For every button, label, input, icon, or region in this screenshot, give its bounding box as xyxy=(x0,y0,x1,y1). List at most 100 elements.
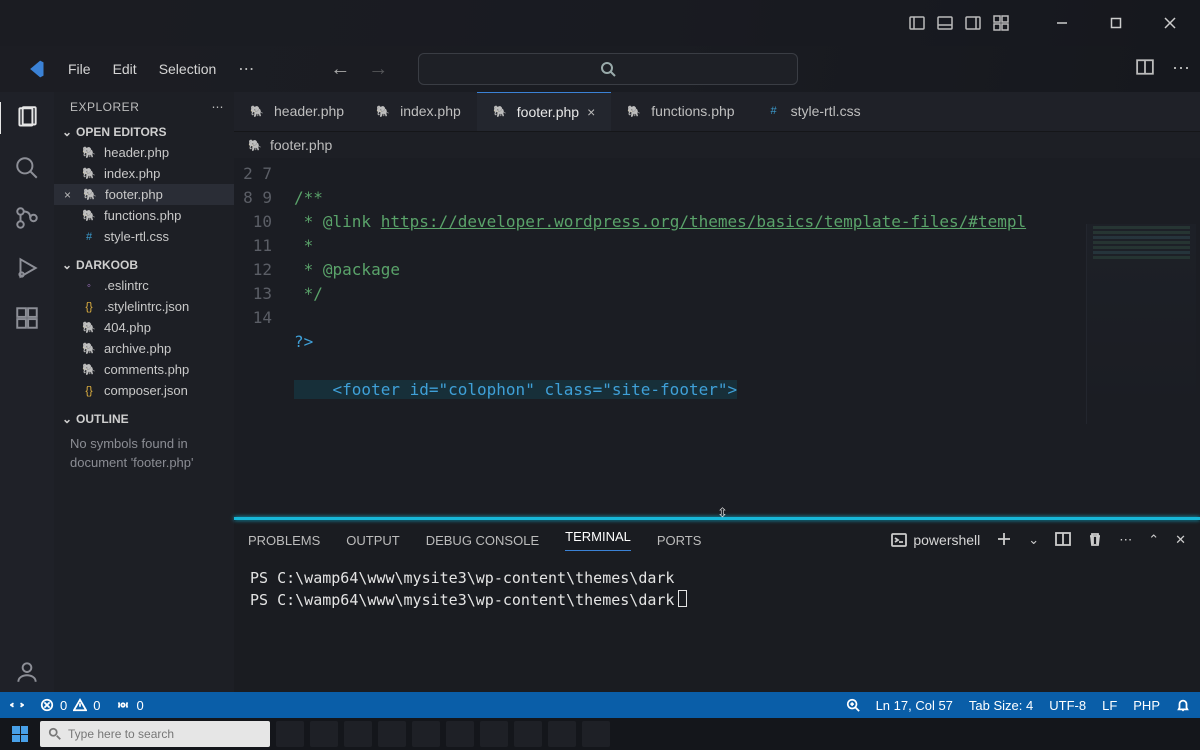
breadcrumb-label: footer.php xyxy=(270,137,332,153)
taskbar-app[interactable] xyxy=(446,721,474,747)
editor-tab[interactable]: 🐘index.php xyxy=(360,92,477,131)
php-file-icon: 🐘 xyxy=(493,105,507,119)
status-notifications-icon[interactable] xyxy=(1176,698,1190,712)
php-file-icon: 🐘 xyxy=(83,188,97,202)
status-indentation[interactable]: Tab Size: 4 xyxy=(969,698,1033,713)
editor-tab[interactable]: 🐘header.php xyxy=(234,92,360,131)
taskbar-app[interactable] xyxy=(310,721,338,747)
window-minimize-button[interactable] xyxy=(1040,7,1084,39)
taskbar-app[interactable] xyxy=(480,721,508,747)
toggle-panel-icon[interactable] xyxy=(936,14,954,32)
status-remote-icon[interactable] xyxy=(10,698,24,712)
window-maximize-button[interactable] xyxy=(1094,7,1138,39)
code-editor[interactable]: 2 7 8 9 10 11 12 13 14 /** * @link https… xyxy=(234,158,1200,517)
editor-gutter: 2 7 8 9 10 11 12 13 14 xyxy=(234,158,286,517)
editor-tab[interactable]: #style-rtl.css xyxy=(751,92,877,131)
file-tree-item[interactable]: 🐘archive.php xyxy=(54,338,234,359)
status-language[interactable]: PHP xyxy=(1133,698,1160,713)
command-center-search[interactable] xyxy=(418,53,798,85)
terminal-split-icon[interactable] xyxy=(1055,531,1071,550)
php-file-icon: 🐘 xyxy=(82,209,96,223)
split-editor-icon[interactable] xyxy=(1136,58,1154,81)
resize-grip-icon[interactable]: ⇳ xyxy=(717,505,728,521)
breadcrumb[interactable]: 🐘 footer.php xyxy=(234,132,1200,158)
taskbar-app[interactable] xyxy=(276,721,304,747)
window-close-button[interactable] xyxy=(1148,7,1192,39)
css-file-icon: # xyxy=(767,104,781,118)
menu-edit[interactable]: Edit xyxy=(107,57,143,81)
open-editor-item[interactable]: #style-rtl.css xyxy=(54,226,234,247)
panel-more-icon[interactable]: ⋯ xyxy=(1119,532,1132,548)
panel-tab-debug[interactable]: DEBUG CONSOLE xyxy=(426,533,539,548)
open-editor-item[interactable]: ×🐘footer.php xyxy=(54,184,234,205)
file-tree-item[interactable]: ◦.eslintrc xyxy=(54,275,234,296)
menu-selection[interactable]: Selection xyxy=(153,57,223,81)
file-label: index.php xyxy=(104,166,160,181)
menu-file[interactable]: File xyxy=(62,57,97,81)
explorer-sidebar: EXPLORER ⋯ ⌄OPEN EDITORS 🐘header.php🐘ind… xyxy=(54,92,234,750)
panel-tab-terminal[interactable]: TERMINAL xyxy=(565,529,631,551)
file-tree-item[interactable]: {}.stylelintrc.json xyxy=(54,296,234,317)
code-link[interactable]: https://developer.wordpress.org/themes/b… xyxy=(381,212,1026,231)
customize-layout-icon[interactable] xyxy=(992,14,1010,32)
close-editor-icon[interactable]: × xyxy=(64,188,71,202)
status-problems[interactable]: 0 0 xyxy=(40,698,100,713)
section-outline[interactable]: ⌄OUTLINE xyxy=(54,409,234,429)
taskbar-app[interactable] xyxy=(412,721,440,747)
status-eol[interactable]: LF xyxy=(1102,698,1117,713)
panel-tab-ports[interactable]: PORTS xyxy=(657,533,702,548)
file-tree-item[interactable]: 🐘404.php xyxy=(54,317,234,338)
section-open-editors[interactable]: ⌄OPEN EDITORS xyxy=(54,122,234,142)
status-cursor-position[interactable]: Ln 17, Col 57 xyxy=(876,698,953,713)
editor-content[interactable]: /** * @link https://developer.wordpress.… xyxy=(286,158,1200,517)
php-file-icon: 🐘 xyxy=(82,146,96,160)
sidebar-more-icon[interactable]: ⋯ xyxy=(212,100,225,114)
php-file-icon: 🐘 xyxy=(82,321,96,335)
open-editor-item[interactable]: 🐘header.php xyxy=(54,142,234,163)
terminal-dropdown-icon[interactable]: ⌄ xyxy=(1028,532,1039,548)
status-encoding[interactable]: UTF-8 xyxy=(1049,698,1086,713)
taskbar-app[interactable] xyxy=(514,721,542,747)
terminal-kill-icon[interactable] xyxy=(1087,531,1103,550)
menu-bar: File Edit Selection ⋯ ← → ⋯ xyxy=(0,46,1200,92)
taskbar-app[interactable] xyxy=(582,721,610,747)
panel-maximize-icon[interactable]: ⌃ xyxy=(1148,532,1159,548)
terminal-shell-selector[interactable]: powershell xyxy=(891,532,980,548)
activity-extensions-icon[interactable] xyxy=(13,304,41,332)
taskbar-search[interactable]: Type here to search xyxy=(40,721,270,747)
open-editor-item[interactable]: 🐘functions.php xyxy=(54,205,234,226)
section-project[interactable]: ⌄DARKOOB xyxy=(54,255,234,275)
taskbar-app[interactable] xyxy=(378,721,406,747)
nav-forward-button[interactable]: → xyxy=(368,58,388,81)
nav-back-button[interactable]: ← xyxy=(330,58,350,81)
taskbar-app[interactable] xyxy=(344,721,372,747)
activity-debug-icon[interactable] xyxy=(13,254,41,282)
close-tab-icon[interactable]: × xyxy=(587,104,595,120)
code-line: * xyxy=(294,236,313,255)
activity-search-icon[interactable] xyxy=(13,154,41,182)
activity-bar xyxy=(0,92,54,750)
toggle-secondary-sidebar-icon[interactable] xyxy=(964,14,982,32)
panel-close-icon[interactable]: ✕ xyxy=(1175,532,1186,548)
activity-scm-icon[interactable] xyxy=(13,204,41,232)
status-ports[interactable]: 0 xyxy=(116,698,143,713)
status-magnify-icon[interactable] xyxy=(846,698,860,712)
terminal-new-button[interactable] xyxy=(996,531,1012,550)
open-editor-item[interactable]: 🐘index.php xyxy=(54,163,234,184)
editor-more-actions[interactable]: ⋯ xyxy=(1172,58,1190,81)
menu-overflow[interactable]: ⋯ xyxy=(232,59,260,79)
editor-tab[interactable]: 🐘footer.php× xyxy=(477,92,611,131)
file-tree-item[interactable]: {}composer.json xyxy=(54,380,234,401)
activity-accounts-icon[interactable] xyxy=(13,658,41,686)
start-button[interactable] xyxy=(6,720,34,748)
taskbar-app[interactable] xyxy=(548,721,576,747)
activity-explorer-icon[interactable] xyxy=(13,104,41,132)
minimap[interactable] xyxy=(1086,224,1196,424)
json-file-icon: {} xyxy=(82,384,96,398)
panel-tab-problems[interactable]: PROBLEMS xyxy=(248,533,320,548)
editor-tab[interactable]: 🐘functions.php xyxy=(611,92,750,131)
file-tree-item[interactable]: 🐘comments.php xyxy=(54,359,234,380)
panel-resize-handle[interactable]: ⇳ xyxy=(234,517,1200,520)
panel-tab-output[interactable]: OUTPUT xyxy=(346,533,399,548)
toggle-primary-sidebar-icon[interactable] xyxy=(908,14,926,32)
